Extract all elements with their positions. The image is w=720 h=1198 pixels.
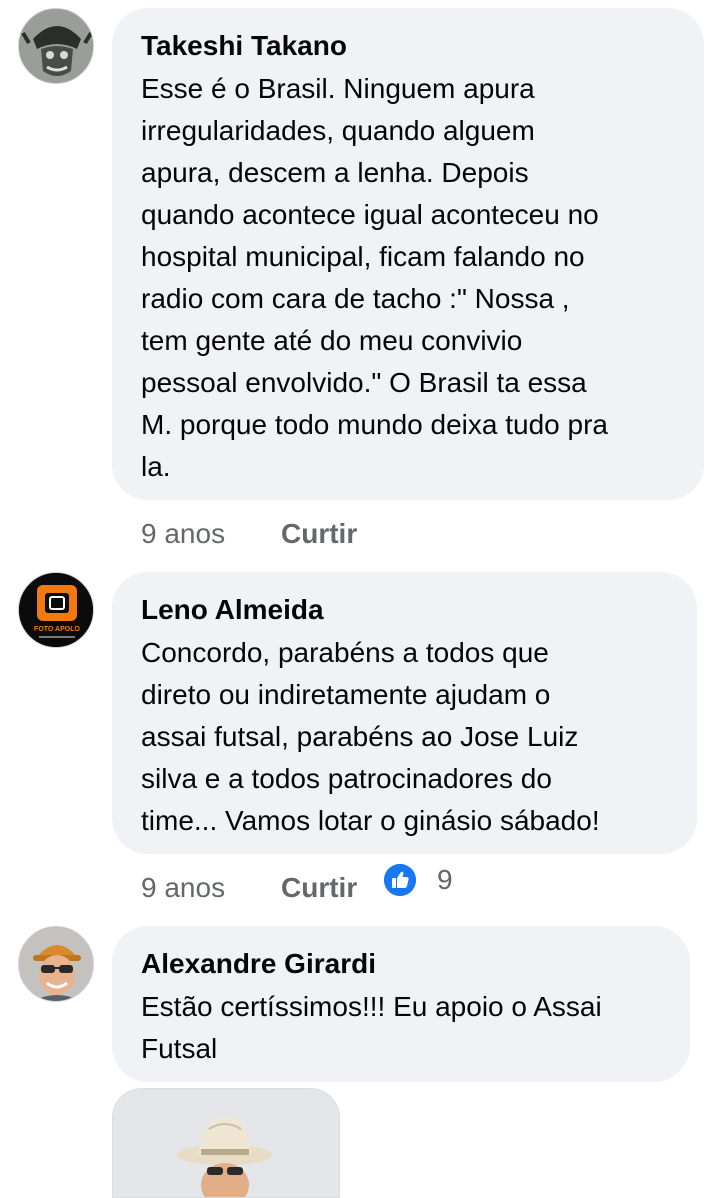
comment-photo[interactable] xyxy=(112,1088,340,1198)
avatar[interactable]: FOTO APOLO xyxy=(18,572,94,648)
comment-text: Estão certíssimos!!! Eu apoio o Assai Fu… xyxy=(141,991,602,1064)
comment-bubble: Alexandre Girardi Estão certíssimos!!! E… xyxy=(112,926,690,1082)
comment-text: Concordo, parabéns a todos que direto ou… xyxy=(141,637,600,836)
man-with-cap-avatar-icon xyxy=(19,927,93,1001)
avatar-logo-text: FOTO APOLO xyxy=(34,626,80,633)
comment-time[interactable]: 9 anos xyxy=(141,868,225,908)
comment-time[interactable]: 9 anos xyxy=(141,514,225,554)
comment-bubble: Leno Almeida Concordo, parabéns a todos … xyxy=(112,572,697,854)
avatar[interactable] xyxy=(18,8,94,84)
cowboy-hat-photo-icon xyxy=(113,1089,339,1197)
samurai-avatar-icon xyxy=(19,9,93,83)
reaction-count[interactable]: 9 xyxy=(437,860,453,900)
comment-author[interactable]: Takeshi Takano xyxy=(141,28,676,64)
comment-bubble: Takeshi Takano Esse é o Brasil. Ninguem … xyxy=(112,8,704,500)
camera-logo-avatar-icon: FOTO APOLO xyxy=(19,573,93,647)
avatar[interactable] xyxy=(18,926,94,1002)
comment-text: Esse é o Brasil. Ninguem apura irregular… xyxy=(141,73,608,482)
like-button[interactable]: Curtir xyxy=(281,514,357,554)
comment-author[interactable]: Leno Almeida xyxy=(141,592,669,628)
like-thumb-icon[interactable] xyxy=(384,864,416,896)
like-button[interactable]: Curtir xyxy=(281,868,357,908)
comment-author[interactable]: Alexandre Girardi xyxy=(141,946,662,982)
